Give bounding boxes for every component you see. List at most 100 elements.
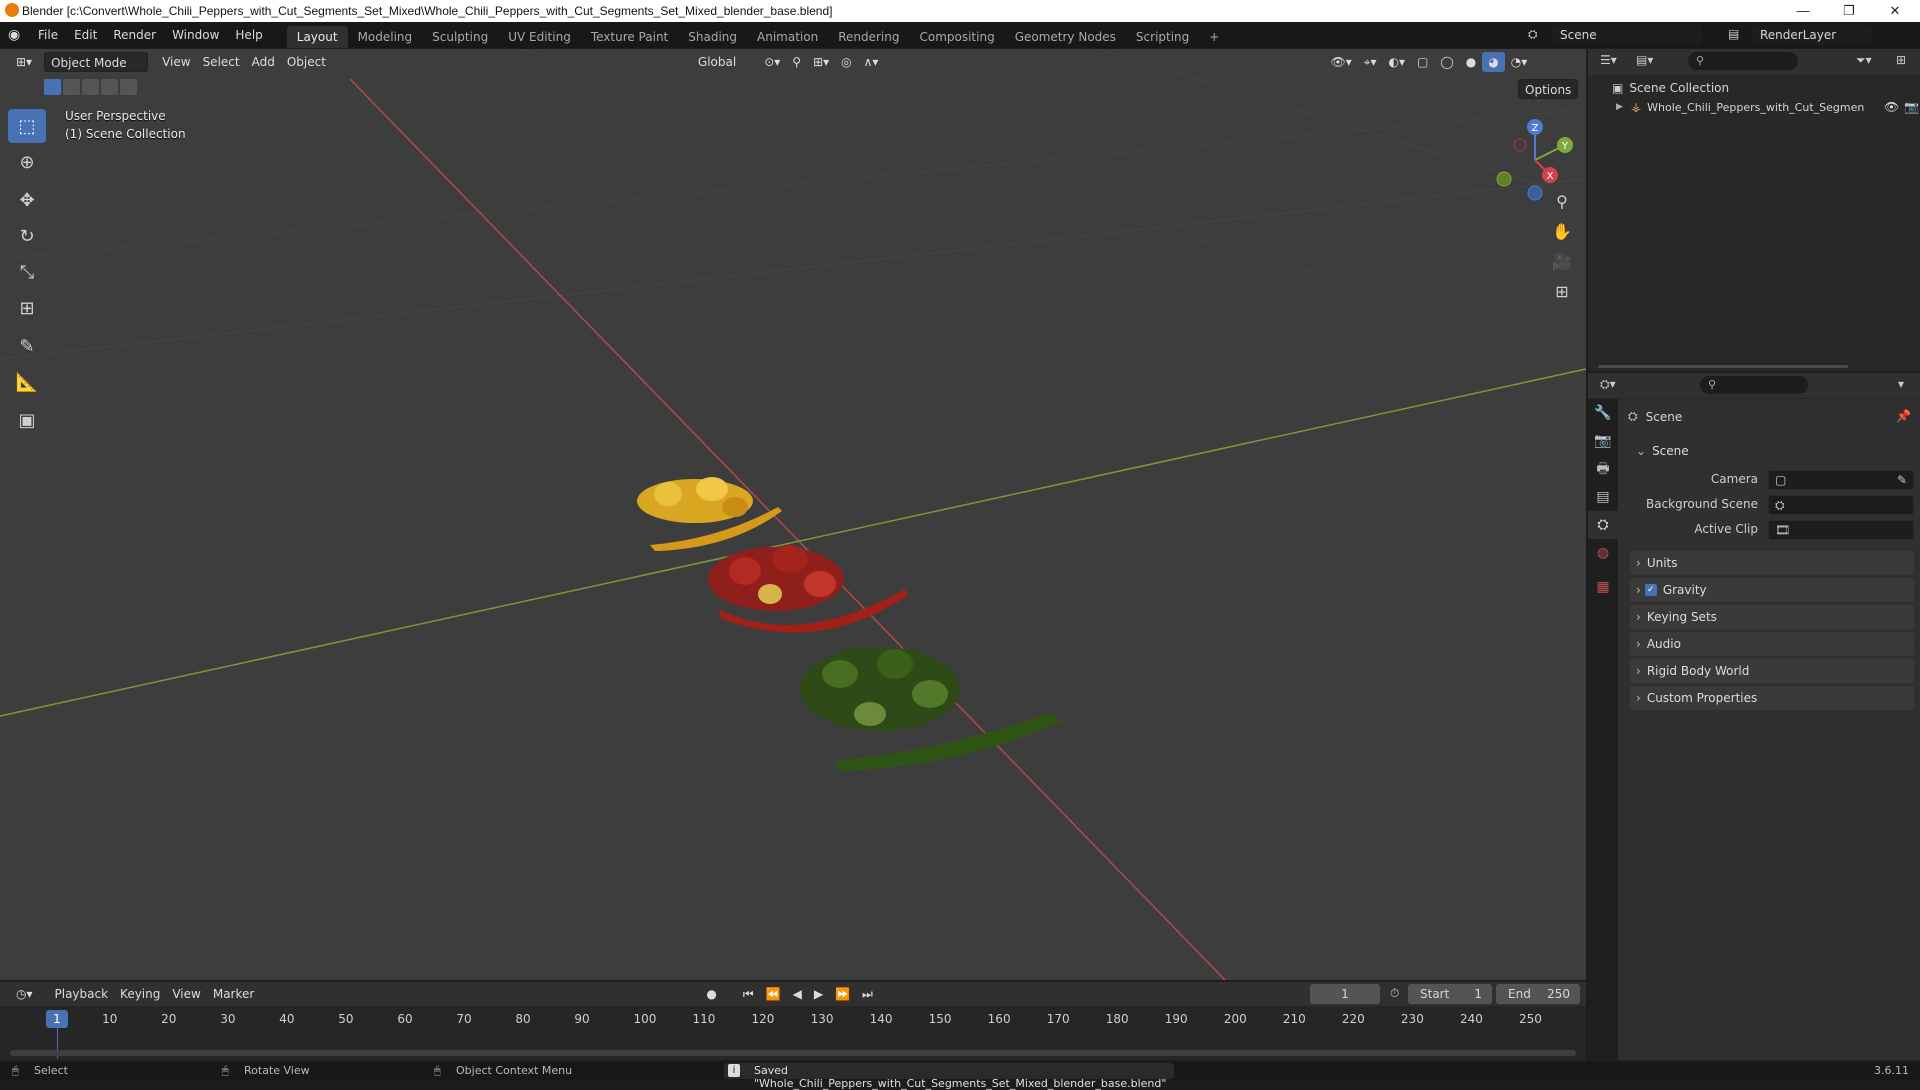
- material-shading-icon[interactable]: ◕: [1482, 52, 1505, 72]
- tab-layout[interactable]: Layout: [286, 26, 348, 48]
- move-icon[interactable]: ✥: [8, 183, 46, 217]
- zoom-icon[interactable]: ⚲: [1549, 189, 1575, 215]
- pin-icon[interactable]: 📌: [1896, 409, 1911, 423]
- filter-icon[interactable]: ⏷▾: [1856, 53, 1872, 68]
- stopwatch-icon[interactable]: ⏱: [1390, 986, 1399, 1001]
- tab-sculpting[interactable]: Sculpting: [422, 26, 498, 48]
- tab-rendering[interactable]: Rendering: [828, 26, 909, 48]
- properties-search-input[interactable]: ⚲: [1700, 376, 1808, 394]
- scene-tab-icon[interactable]: ⛭: [1588, 511, 1618, 539]
- marker-menu[interactable]: Marker: [207, 984, 260, 1004]
- maximize-button[interactable]: ❐: [1826, 0, 1872, 22]
- scale-icon[interactable]: ⤡: [8, 255, 46, 289]
- record-icon[interactable]: ●: [700, 984, 722, 1004]
- gravity-checkbox[interactable]: ✓: [1644, 584, 1657, 596]
- outliner-editor-icon[interactable]: ☰▾: [1600, 53, 1617, 67]
- menu-edit[interactable]: Edit: [66, 22, 105, 48]
- properties-editor-icon[interactable]: ⛭▾: [1600, 377, 1616, 392]
- camera-field[interactable]: ▢ ✎: [1768, 470, 1914, 490]
- tab-scripting[interactable]: Scripting: [1126, 26, 1199, 48]
- snap-icon[interactable]: ⚲: [786, 52, 807, 72]
- visibility-icon[interactable]: 👁▾: [1324, 52, 1357, 72]
- proportional-edit-icon[interactable]: ◎: [835, 52, 857, 72]
- viewport-menu-view[interactable]: View: [156, 52, 196, 72]
- current-frame-field[interactable]: 1: [1310, 984, 1380, 1004]
- measure-icon[interactable]: 📐: [8, 365, 46, 399]
- outliner-row-object[interactable]: ▶ ⚶ Whole_Chili_Peppers_with_Cut_Segmen …: [1616, 98, 1919, 116]
- rendered-shading-icon[interactable]: ◔▾: [1505, 52, 1534, 72]
- play-reverse-icon[interactable]: ◀: [787, 984, 808, 1004]
- select-subtract-icon[interactable]: [82, 79, 99, 95]
- playback-menu[interactable]: Playback: [49, 984, 115, 1004]
- timeline-scrollbar[interactable]: [10, 1050, 1576, 1056]
- next-keyframe-icon[interactable]: ⏩: [829, 984, 856, 1004]
- expand-arrow-icon[interactable]: ▶: [1616, 102, 1623, 112]
- 3d-viewport[interactable]: ⊞▾ Object Mode View Select Add Object Gl…: [0, 49, 1586, 980]
- pan-hand-icon[interactable]: ✋: [1549, 219, 1575, 245]
- menu-file[interactable]: File: [30, 22, 66, 48]
- menu-help[interactable]: Help: [227, 22, 270, 48]
- viewport-menu-add[interactable]: Add: [246, 52, 281, 72]
- outliner-scrollbar[interactable]: [1598, 365, 1848, 368]
- select-intersect-icon[interactable]: [120, 79, 137, 95]
- prev-keyframe-icon[interactable]: ⏪: [760, 984, 787, 1004]
- tab-animation[interactable]: Animation: [747, 26, 828, 48]
- render-camera-icon[interactable]: 📷: [1904, 100, 1919, 114]
- snap-target-icon[interactable]: ⊞▾: [807, 52, 835, 72]
- view-layer-tab-icon[interactable]: ▤: [1588, 483, 1618, 511]
- tab-compositing[interactable]: Compositing: [909, 26, 1004, 48]
- playhead-marker[interactable]: 1: [46, 1010, 68, 1028]
- pivot-icon[interactable]: ⊙▾: [758, 52, 786, 72]
- editor-type-icon[interactable]: ⊞▾: [10, 52, 38, 72]
- keying-sets-panel-header[interactable]: › Keying Sets: [1630, 605, 1914, 629]
- world-tab-icon[interactable]: ◍: [1588, 539, 1618, 567]
- falloff-icon[interactable]: ∧▾: [858, 52, 885, 72]
- eyedropper-icon[interactable]: ✎: [1897, 473, 1907, 487]
- active-clip-field[interactable]: 🎞: [1768, 520, 1914, 540]
- frame-ruler[interactable]: 1 10 20 30 40 50 60 70 80 90 100 110 120 130 140 150 16…: [0, 1006, 1586, 1060]
- view-layer-selector[interactable]: RenderLayer: [1752, 25, 1872, 45]
- close-button[interactable]: ✕: [1872, 0, 1918, 22]
- annotate-icon[interactable]: ✎: [8, 329, 46, 363]
- render-tab-icon[interactable]: 📷: [1588, 427, 1618, 455]
- transform-orientation-selector[interactable]: Global: [692, 52, 742, 72]
- overlay-toggle-icon[interactable]: ◐▾: [1383, 52, 1412, 72]
- tab-shading[interactable]: Shading: [678, 26, 747, 48]
- timeline-editor-icon[interactable]: ◷▾: [10, 984, 39, 1004]
- audio-panel-header[interactable]: › Audio: [1630, 632, 1914, 656]
- tab-texture-paint[interactable]: Texture Paint: [581, 26, 678, 48]
- cursor-icon[interactable]: ⊕: [8, 145, 46, 179]
- tool-tab-icon[interactable]: 🔧: [1588, 399, 1618, 427]
- tab-modeling[interactable]: Modeling: [348, 26, 423, 48]
- viewport-menu-select[interactable]: Select: [197, 52, 246, 72]
- viewport-menu-object[interactable]: Object: [281, 52, 332, 72]
- outliner-row-scene-collection[interactable]: ▣ Scene Collection: [1612, 79, 1729, 97]
- play-icon[interactable]: ▶: [808, 984, 829, 1004]
- rotate-icon[interactable]: ↻: [8, 219, 46, 253]
- properties-options-icon[interactable]: ▾: [1898, 377, 1904, 391]
- texture-tab-icon[interactable]: ▦: [1588, 573, 1618, 601]
- units-panel-header[interactable]: › Units: [1630, 551, 1914, 575]
- jump-end-icon[interactable]: ⏭: [856, 984, 879, 1004]
- display-mode-icon[interactable]: ▤▾: [1636, 53, 1653, 67]
- blender-menu-icon[interactable]: ◉: [8, 27, 30, 43]
- keying-menu[interactable]: Keying: [114, 984, 166, 1004]
- menu-render[interactable]: Render: [105, 22, 164, 48]
- options-button[interactable]: Options: [1518, 79, 1579, 99]
- info-message-box[interactable]: i Saved "Whole_Chili_Peppers_with_Cut_Se…: [724, 1063, 1174, 1090]
- outliner-search-input[interactable]: ⚲: [1688, 52, 1798, 70]
- menu-window[interactable]: Window: [164, 22, 227, 48]
- output-tab-icon[interactable]: 🖶: [1588, 455, 1618, 483]
- select-new-icon[interactable]: [44, 79, 61, 95]
- new-collection-icon[interactable]: ⊞: [1896, 53, 1906, 67]
- start-frame-field[interactable]: Start 1: [1408, 984, 1492, 1004]
- xray-icon[interactable]: ▢: [1411, 52, 1434, 72]
- add-workspace-button[interactable]: +: [1199, 26, 1229, 48]
- wireframe-shading-icon[interactable]: ◯: [1434, 52, 1459, 72]
- gravity-panel-header[interactable]: › ✓ Gravity: [1630, 578, 1914, 602]
- timeline-view-menu[interactable]: View: [166, 984, 206, 1004]
- select-invert-icon[interactable]: [101, 79, 118, 95]
- select-extend-icon[interactable]: [63, 79, 80, 95]
- background-scene-field[interactable]: ⛭: [1768, 495, 1914, 515]
- solid-shading-icon[interactable]: ●: [1460, 52, 1482, 72]
